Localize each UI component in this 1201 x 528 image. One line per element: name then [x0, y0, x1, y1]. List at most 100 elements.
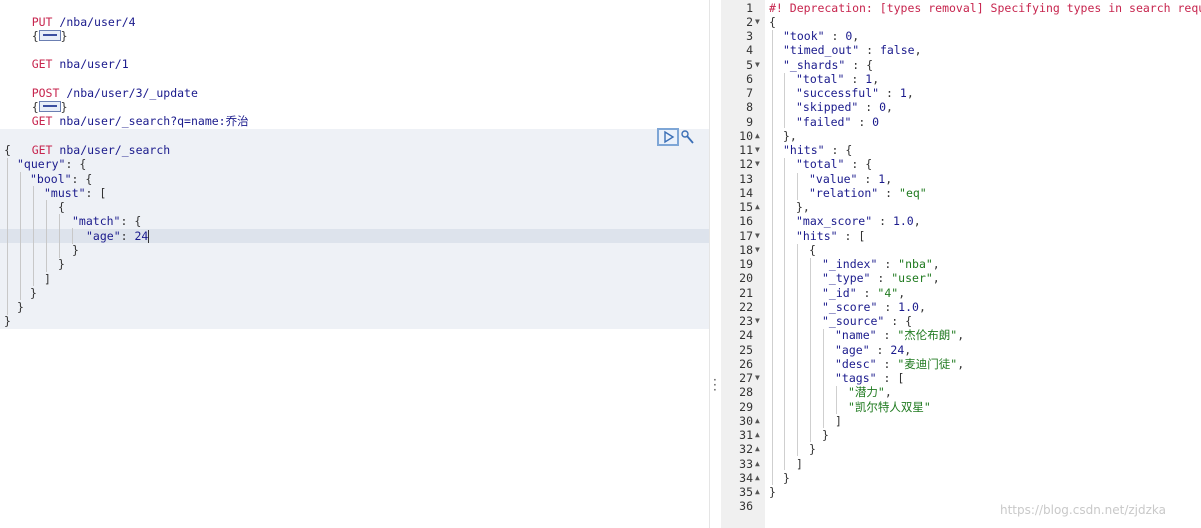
- line-number: 5: [746, 58, 753, 72]
- request-line-post-update[interactable]: POST /nba/user/3/_update: [4, 72, 198, 100]
- line-number: 10: [739, 129, 753, 143]
- fold-up-icon[interactable]: ▲: [755, 202, 760, 211]
- send-request-button[interactable]: [657, 128, 679, 146]
- indent-guide: [784, 158, 785, 470]
- line-number: 14: [739, 186, 753, 200]
- collapsed-body[interactable]: {}: [4, 15, 68, 43]
- fold-down-icon[interactable]: ▼: [755, 373, 760, 382]
- indent-guide: [72, 228, 73, 244]
- request-editor[interactable]: PUT /nba/user/4 {} GET nba/user/1 POST /…: [0, 0, 709, 528]
- line-number: 21: [739, 286, 753, 300]
- collapsed-body-icon[interactable]: [38, 30, 61, 42]
- line-number: 12: [739, 157, 753, 171]
- fold-down-icon[interactable]: ▼: [755, 145, 760, 154]
- indent-guide: [33, 186, 34, 286]
- fold-down-icon[interactable]: ▼: [755, 159, 760, 168]
- json-source-name: "name" : "杰伦布朗",: [835, 328, 965, 342]
- line-number: 27: [739, 371, 753, 385]
- json-hits-total: "total" : {: [796, 157, 873, 171]
- url-path: /nba/user/3/_update: [66, 86, 198, 101]
- url-path: /nba/user/4: [59, 15, 136, 30]
- json-brace: {: [769, 15, 776, 29]
- request-line-put[interactable]: PUT /nba/user/4: [4, 1, 136, 29]
- json-brace: }: [58, 257, 65, 271]
- wrench-icon[interactable]: [681, 129, 695, 145]
- deprecation-warning: #! Deprecation: [types removal] Specifyi…: [769, 1, 1201, 15]
- url-path: nba/user/_search?q=name:乔治: [59, 114, 249, 129]
- json-hits-array: "hits" : [: [796, 229, 866, 243]
- json-brace: }: [4, 314, 11, 328]
- json-brace: {: [809, 243, 816, 257]
- json-bool-line: "bool": {: [30, 172, 93, 186]
- response-viewer[interactable]: 1 2 3 4 5 6 7 8 9 10 11 12 13 14 15 16 1…: [721, 0, 1201, 528]
- json-shards-total: "total" : 1,: [796, 72, 880, 86]
- indent-guide: [797, 244, 798, 456]
- json-max-score: "max_score" : 1.0,: [796, 214, 921, 228]
- line-number: 30: [739, 414, 753, 428]
- json-source-desc: "desc" : "麦迪门徒",: [835, 357, 965, 371]
- indent-guide: [784, 73, 785, 128]
- method: GET: [31, 57, 53, 72]
- indent-guide: [46, 200, 47, 272]
- line-number: 18: [739, 243, 753, 257]
- json-hit-type: "_type" : "user",: [822, 271, 940, 285]
- method: GET: [31, 114, 53, 129]
- indent-guide: [810, 258, 811, 442]
- json-age-line[interactable]: "age": 24: [86, 229, 148, 243]
- fold-down-icon[interactable]: ▼: [755, 231, 760, 240]
- line-number: 3: [746, 29, 753, 43]
- line-number: 29: [739, 400, 753, 414]
- request-line-search[interactable]: GET nba/user/_search: [4, 129, 171, 157]
- json-must-line: "must": [: [44, 186, 107, 200]
- fold-up-icon[interactable]: ▲: [755, 459, 760, 468]
- json-brace: },: [796, 200, 810, 214]
- fold-up-icon[interactable]: ▲: [755, 131, 760, 140]
- fold-up-icon[interactable]: ▲: [755, 473, 760, 482]
- json-hits: "hits" : {: [783, 143, 853, 157]
- resize-grip-icon[interactable]: · · ·: [713, 374, 717, 396]
- collapsed-body[interactable]: {}: [4, 86, 68, 114]
- indent-guide: [20, 172, 21, 300]
- fold-up-icon[interactable]: ▲: [755, 444, 760, 453]
- json-hit-id: "_id" : "4",: [822, 286, 906, 300]
- json-source-age: "age" : 24,: [835, 343, 912, 357]
- watermark: https://blog.csdn.net/zjdzka: [1000, 503, 1167, 517]
- json-shards: "_shards" : {: [783, 58, 874, 72]
- indent-guide: [797, 173, 798, 200]
- json-brace: }: [72, 243, 79, 257]
- line-number: 34: [739, 471, 753, 485]
- line-number: 15: [739, 200, 753, 214]
- line-number: 11: [739, 143, 753, 157]
- request-line-search-query[interactable]: GET nba/user/_search?q=name:乔治: [4, 100, 249, 128]
- json-hit-source: "_source" : {: [822, 314, 913, 328]
- fold-down-icon[interactable]: ▼: [755, 17, 760, 26]
- json-brace: {: [4, 143, 11, 157]
- line-number: 33: [739, 457, 753, 471]
- line-number: 23: [739, 314, 753, 328]
- line-number: 1: [746, 1, 753, 15]
- json-total-relation: "relation" : "eq": [809, 186, 927, 200]
- fold-up-icon[interactable]: ▲: [755, 430, 760, 439]
- json-tag: "凯尔特人双星": [848, 400, 931, 414]
- play-icon: [664, 130, 675, 144]
- line-number: 31: [739, 428, 753, 442]
- json-brace: }: [783, 471, 790, 485]
- line-number: 24: [739, 328, 753, 342]
- request-line-get-user[interactable]: GET nba/user/1: [4, 43, 129, 71]
- json-brace: {: [58, 200, 65, 214]
- line-number: 22: [739, 300, 753, 314]
- fold-down-icon[interactable]: ▼: [755, 245, 760, 254]
- line-number: 8: [746, 100, 753, 114]
- json-timed-out: "timed_out" : false,: [783, 43, 922, 57]
- line-number: 26: [739, 357, 753, 371]
- fold-down-icon[interactable]: ▼: [755, 316, 760, 325]
- json-hit-index: "_index" : "nba",: [822, 257, 940, 271]
- line-number: 7: [746, 86, 753, 100]
- fold-up-icon[interactable]: ▲: [755, 416, 760, 425]
- json-brace: }: [17, 300, 24, 314]
- fold-up-icon[interactable]: ▲: [755, 487, 760, 496]
- line-number: 35: [739, 485, 753, 499]
- line-number: 17: [739, 229, 753, 243]
- fold-down-icon[interactable]: ▼: [755, 60, 760, 69]
- json-source-tags: "tags" : [: [835, 371, 905, 385]
